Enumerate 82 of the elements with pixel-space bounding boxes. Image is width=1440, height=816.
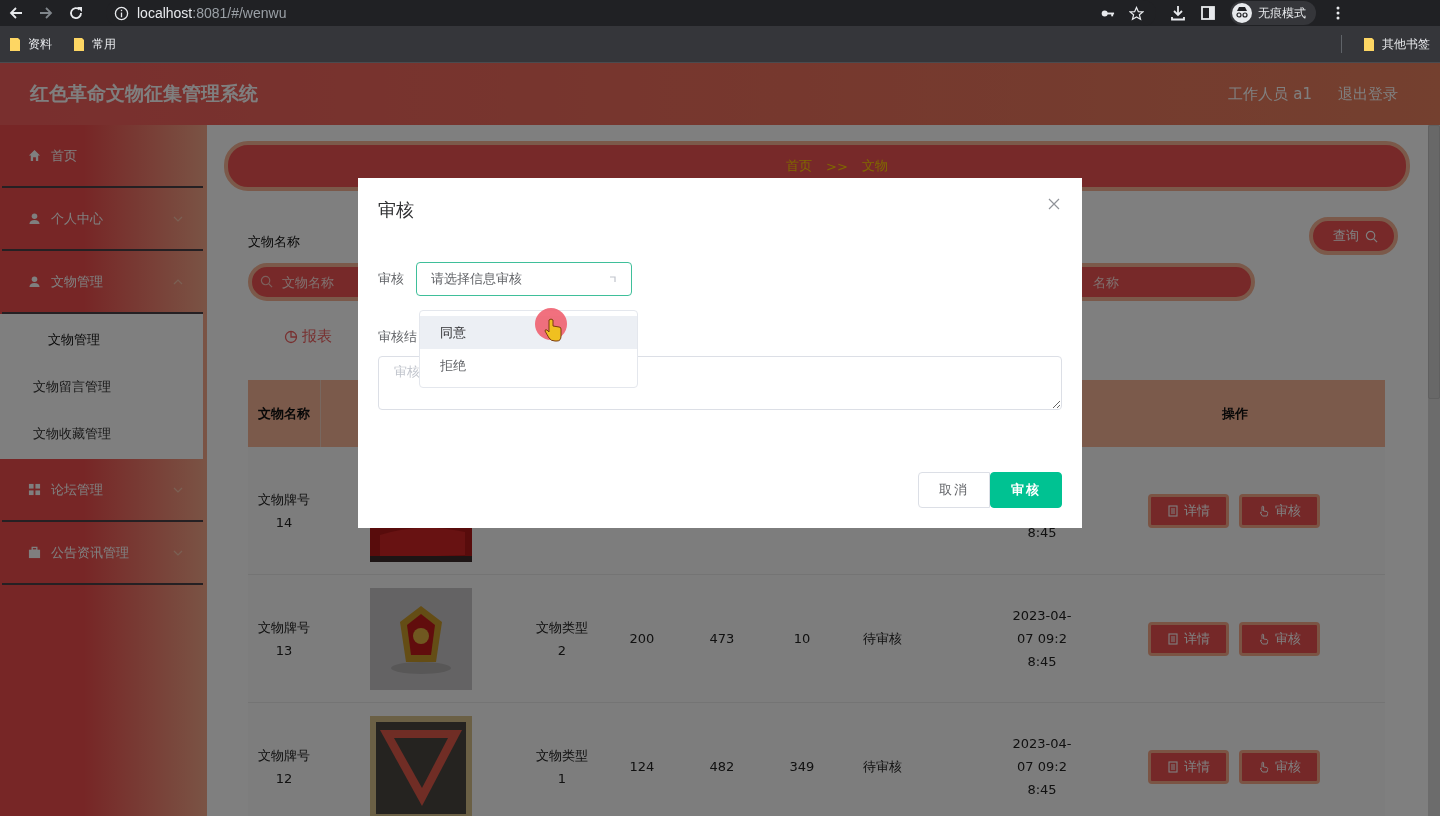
folder-icon [10,37,20,51]
submenu-item[interactable]: 文物收藏管理 [0,410,203,457]
table-cell-text: 待审核 [862,630,902,648]
info-icon [114,5,129,21]
search-label: 文物名称 [248,233,301,251]
star-icon[interactable] [1129,5,1144,21]
table-cell-text: 文物类型1 [535,746,589,788]
hand-icon [1258,504,1270,517]
table-cell-text: 待审核 [862,758,902,776]
chevron-icon [173,486,183,493]
user-link[interactable]: 工作人员 a1 [1228,84,1312,104]
confirm-button[interactable]: 审核 [990,472,1062,508]
logout-link[interactable]: 退出登录 [1338,84,1398,104]
chevron-icon [173,215,183,222]
chevron-icon [173,549,183,556]
table-cell-text: 2023-04-07 09:28:45 [1012,607,1072,671]
table-cell-text: 473 [709,630,735,648]
document-icon [1167,632,1179,645]
cancel-button[interactable]: 取消 [918,472,990,508]
field-label: 审核 [378,270,404,288]
dropdown-option[interactable]: 同意 [420,316,637,349]
review-button[interactable]: 审核 [1239,749,1320,784]
breadcrumb-current: 文物 [861,157,888,175]
close-icon[interactable] [1048,198,1060,210]
app-title: 红色革命文物征集管理系统 [30,81,258,106]
field-label: 审核结 [378,328,417,346]
hand-icon [1258,760,1270,773]
table-cell-text: 200 [629,630,655,648]
details-button[interactable]: 详情 [1148,749,1229,784]
back-icon[interactable] [8,5,24,21]
details-button[interactable]: 详情 [1148,493,1229,528]
report-button[interactable]: 报表 [284,327,332,346]
folder-icon [74,37,84,51]
incognito-profile-button[interactable]: 无痕模式 [1230,1,1316,25]
user-icon [28,212,41,225]
bookmark[interactable]: 常用 [74,35,116,53]
table-cell-text: 10 [793,630,811,648]
details-button[interactable]: 详情 [1148,621,1229,656]
side-panel-icon[interactable] [1200,5,1216,21]
table-cell-text: 文物牌号14 [257,490,311,532]
table-cell-text: 文物类型2 [535,618,589,660]
document-icon [1167,504,1179,517]
bookmark[interactable]: 资料 [10,35,52,53]
table-cell-text: 文物牌号12 [257,746,311,788]
search-icon [260,275,273,288]
folder-icon [1364,37,1374,51]
briefcase-icon [28,546,41,559]
table-cell-text: 124 [629,758,655,776]
sidebar-item[interactable]: 论坛管理 [2,459,203,522]
other-bookmarks[interactable]: 其他书签 [1364,35,1430,53]
breadcrumb-separator: >> [826,158,848,174]
url-text: localhost:8081/#/wenwu [137,5,287,21]
dialog-title: 审核 [378,198,414,222]
grid-icon [28,483,41,496]
download-icon[interactable] [1170,5,1186,21]
pie-chart-icon [284,329,298,344]
document-icon [1167,760,1179,773]
scrollbar[interactable] [1428,125,1440,816]
table-cell-text: 482 [709,758,735,776]
table-cell-text: 349 [789,758,815,776]
review-button[interactable]: 审核 [1239,621,1320,656]
search-button[interactable]: 查询 [1309,217,1398,255]
submenu-item[interactable]: 文物留言管理 [0,363,203,410]
review-button[interactable]: 审核 [1239,493,1320,528]
hand-icon [1258,632,1270,645]
user-icon [28,275,41,288]
select-field[interactable]: 请选择信息审核 [416,262,632,296]
caret-icon [609,275,617,283]
sidebar-item[interactable]: 公告资讯管理 [2,522,203,585]
table-cell-text: 2023-04-07 09:28:45 [1012,735,1072,799]
table-cell-text: 文物牌号13 [257,618,311,660]
sidebar-item[interactable]: 个人中心 [2,188,203,251]
chevron-icon [173,278,183,285]
forward-icon[interactable] [38,5,54,21]
sidebar-item[interactable]: 首页 [2,125,203,188]
home-icon [28,149,41,162]
search-icon [1365,229,1378,243]
incognito-icon [1232,3,1252,23]
submenu-item[interactable]: 文物管理 [0,316,203,363]
reload-icon[interactable] [68,5,84,21]
table-cell-text: 8:45 [1026,524,1058,542]
column-header: 操作 [1221,404,1249,423]
